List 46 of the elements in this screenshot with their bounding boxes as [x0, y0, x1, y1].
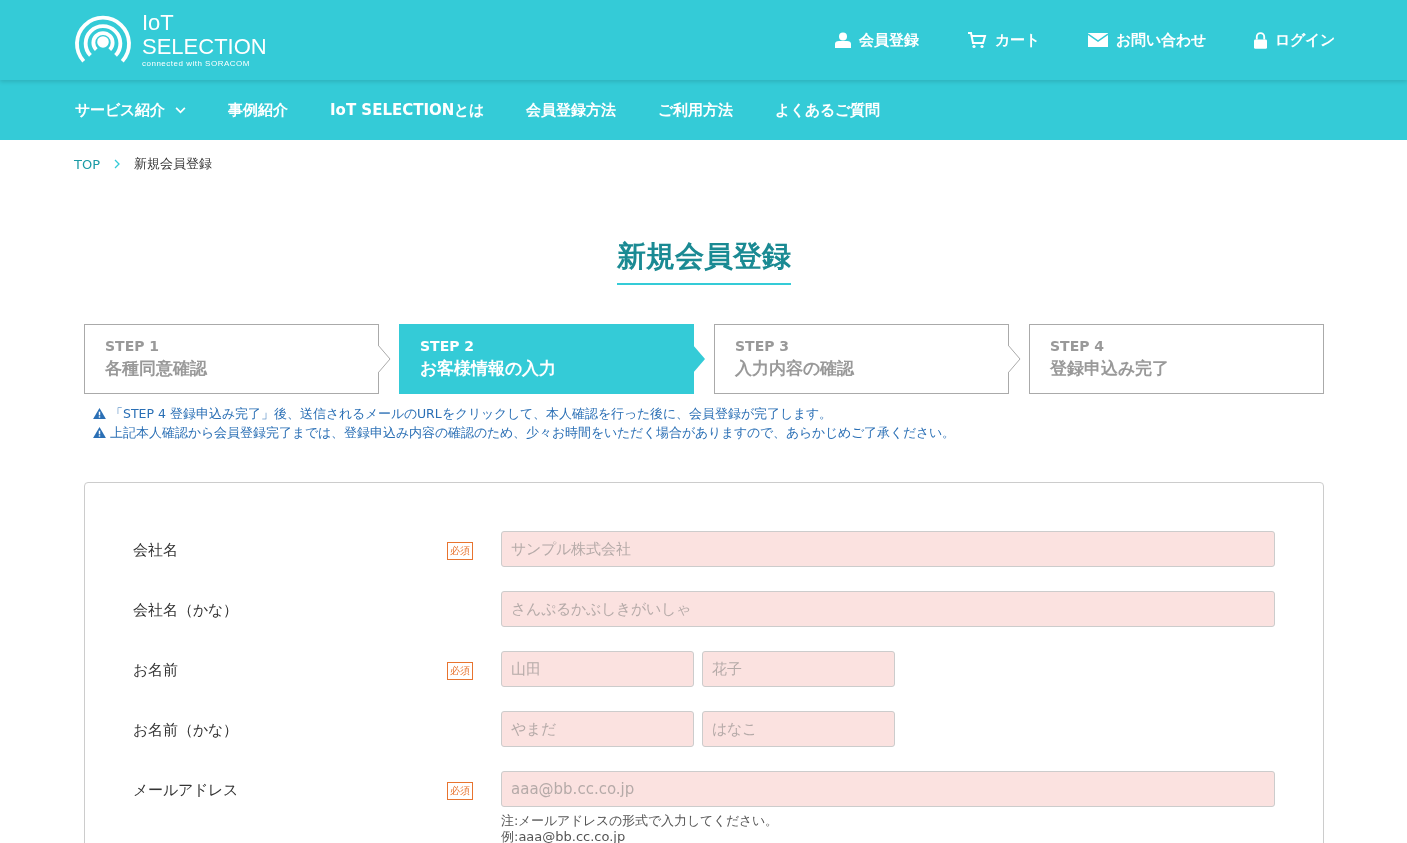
cart-icon — [967, 31, 987, 49]
chevron-right-icon — [114, 159, 120, 169]
warning-icon — [93, 408, 106, 419]
field-label: 会社名（かな） — [133, 600, 239, 620]
input-field[interactable]: やまだ — [501, 711, 694, 747]
input-field[interactable]: はなこ — [702, 711, 895, 747]
notice-text: 上記本人確認から会員登録完了までは、登録申込み内容の確認のため、少々お時間をいただく場合がありますので、あらかじめご了承ください。 — [110, 424, 955, 442]
field-label: メールアドレス — [133, 780, 239, 800]
lock-icon — [1254, 31, 1267, 49]
nav-item[interactable]: IoT SELECTIONとは — [330, 100, 485, 120]
logo-text: SELECTION — [142, 36, 267, 58]
required-badge: 必須 — [447, 782, 473, 800]
header-link[interactable]: お問い合わせ — [1088, 30, 1206, 50]
nav-item[interactable]: よくあるご質問 — [775, 100, 881, 120]
header-link[interactable]: カート — [967, 30, 1040, 50]
input-field[interactable]: 花子 — [702, 651, 895, 687]
field-label: 会社名 — [133, 540, 179, 560]
header-link[interactable]: 会員登録 — [835, 30, 919, 50]
input-field[interactable]: 山田 — [501, 651, 694, 687]
logo-text: IoT — [142, 12, 175, 34]
chevron-down-icon — [175, 106, 186, 114]
step-arrow-icon — [693, 345, 707, 373]
step-arrow-icon — [378, 345, 392, 373]
required-badge: 必須 — [447, 542, 473, 560]
nav-item[interactable]: 事例紹介 — [228, 100, 288, 120]
breadcrumb-current: 新規会員登録 — [134, 155, 212, 173]
warning-icon — [93, 427, 106, 438]
nav-item[interactable]: 会員登録方法 — [526, 100, 617, 120]
input-field[interactable]: aaa@bb.cc.co.jp — [501, 771, 1275, 807]
breadcrumb-link[interactable]: TOP — [74, 156, 100, 172]
input-field[interactable]: さんぷるかぶしきがいしゃ — [501, 591, 1275, 627]
field-label: お名前（かな） — [133, 720, 239, 740]
required-badge: 必須 — [447, 662, 473, 680]
nav-item[interactable]: ご利用方法 — [658, 100, 734, 120]
input-field[interactable]: サンプル株式会社 — [501, 531, 1275, 567]
mail-icon — [1088, 33, 1108, 47]
notice-text: 「STEP 4 登録申込み完了」後、送信されるメールのURLをクリックして、本人確認を行った後に、会員登録が完了します。 — [110, 405, 832, 423]
user-icon — [835, 32, 851, 48]
logo-tagline: connected with SORACOM — [142, 60, 251, 68]
page-title: 新規会員登録 — [616, 237, 791, 285]
field-note: 例:aaa@bb.cc.co.jp — [501, 829, 627, 843]
field-note: 注:メールアドレスの形式で入力してください。 — [501, 813, 780, 829]
nav-item[interactable]: サービス紹介 — [75, 100, 186, 120]
field-label: お名前 — [133, 660, 179, 680]
step-arrow-icon — [1008, 345, 1022, 373]
header-link[interactable]: ログイン — [1254, 30, 1335, 50]
